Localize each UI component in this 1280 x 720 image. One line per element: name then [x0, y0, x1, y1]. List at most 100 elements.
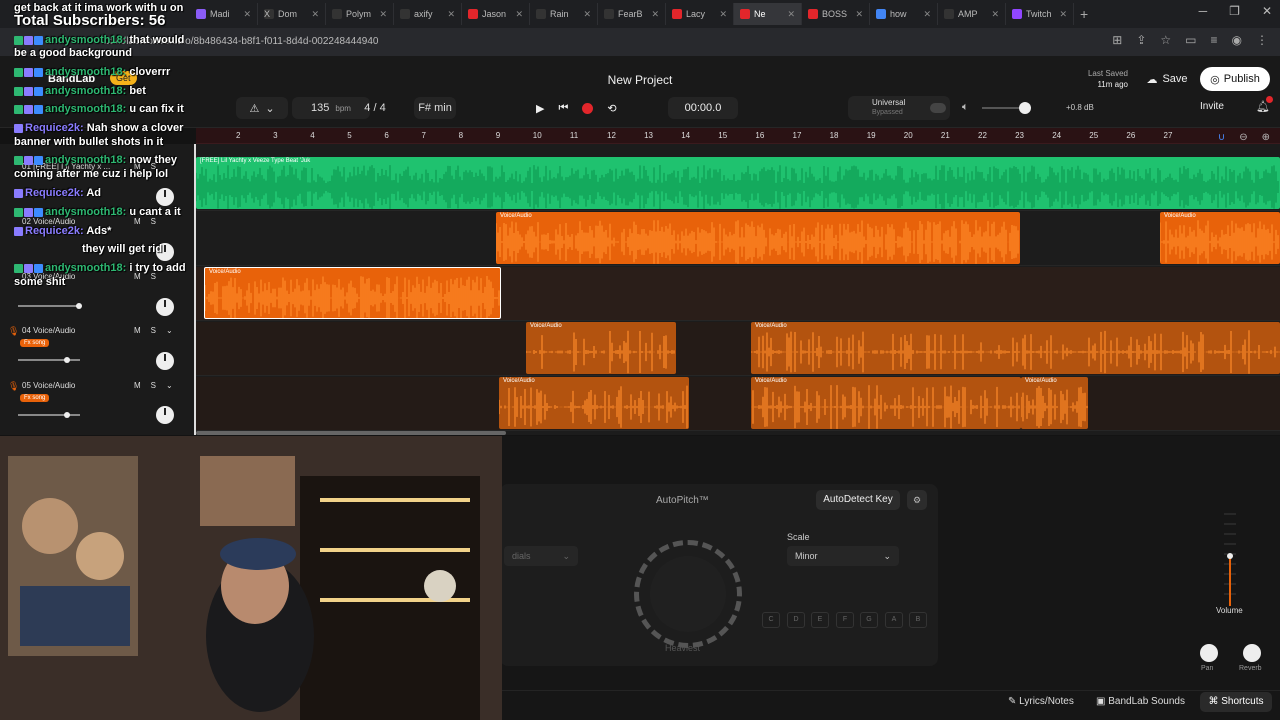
mute-button[interactable]: M: [134, 326, 141, 335]
solo-button[interactable]: S: [151, 217, 156, 226]
zoom-in-icon[interactable]: ⊕: [1262, 132, 1270, 143]
chevron-down-icon[interactable]: ⌄: [166, 326, 173, 335]
track-pan-knob[interactable]: [156, 298, 174, 316]
track-pan-knob[interactable]: [156, 188, 174, 206]
close-icon[interactable]: ✕: [855, 9, 863, 20]
maximize-icon[interactable]: ❐: [1229, 4, 1240, 18]
track-lane-selected[interactable]: Voice/Audio: [196, 267, 1280, 321]
style-select[interactable]: dials ⌄: [504, 546, 578, 566]
close-icon[interactable]: ✕: [447, 9, 455, 20]
browser-tab-active[interactable]: Ne ✕: [734, 3, 802, 25]
track-name[interactable]: 05 Voice/Audio: [22, 381, 75, 390]
audio-clip[interactable]: Voice/Audio: [751, 322, 1280, 374]
browser-tab[interactable]: Polym ✕: [326, 3, 394, 25]
autodetect-key-button[interactable]: AutoDetect Key: [816, 490, 900, 510]
pan-knob[interactable]: [1200, 644, 1218, 662]
slider-handle[interactable]: [76, 303, 82, 309]
browser-tab[interactable]: BOSS ✕: [802, 3, 870, 25]
bandlab-sounds-button[interactable]: ▣ BandLab Sounds: [1096, 696, 1185, 707]
metronome-button[interactable]: ⚠︎ ⌄: [236, 97, 288, 119]
slider-handle[interactable]: [64, 412, 70, 418]
record-icon[interactable]: [582, 102, 594, 114]
share-icon[interactable]: ⇪: [1136, 33, 1146, 47]
track-pan-knob[interactable]: [156, 406, 174, 424]
fx-badge[interactable]: Fx song: [20, 339, 50, 347]
audio-clip-selected[interactable]: Voice/Audio: [204, 267, 501, 319]
browser-tab[interactable]: axify ✕: [394, 3, 462, 25]
close-icon[interactable]: ✕: [379, 9, 387, 20]
browser-tab[interactable]: AMP ✕: [938, 3, 1006, 25]
slider-handle[interactable]: [64, 357, 70, 363]
key-pill[interactable]: A: [885, 612, 903, 628]
save-button[interactable]: ☁ Save: [1138, 68, 1196, 90]
close-window-icon[interactable]: ✕: [1262, 4, 1272, 18]
mute-button[interactable]: M: [134, 381, 141, 390]
loop-icon[interactable]: ⟲: [607, 102, 616, 115]
solo-button[interactable]: S: [151, 326, 156, 335]
scale-select[interactable]: Minor ⌄: [787, 546, 899, 566]
browser-tab[interactable]: how ✕: [870, 3, 938, 25]
audio-clip[interactable]: Voice/Audio: [526, 322, 676, 374]
play-icon[interactable]: ▶: [536, 102, 544, 115]
track-lane[interactable]: Voice/Audio Voice/Audio: [196, 322, 1280, 376]
key-pill[interactable]: B: [909, 612, 927, 628]
key-pill[interactable]: F: [836, 612, 854, 628]
fx-badge[interactable]: Fx song: [20, 394, 50, 402]
bookmark-star-icon[interactable]: ☆: [1160, 33, 1171, 47]
close-icon[interactable]: ✕: [583, 9, 591, 20]
browser-tab[interactable]: Madi ✕: [190, 3, 258, 25]
audio-clip[interactable]: Voice/Audio: [751, 377, 1021, 429]
track-volume-slider[interactable]: [18, 412, 80, 418]
browser-tab[interactable]: Twitch ✕: [1006, 3, 1074, 25]
zoom-out-icon[interactable]: ⊖: [1239, 132, 1247, 143]
key-pill[interactable]: D: [787, 612, 805, 628]
track-name[interactable]: 04 Voice/Audio: [22, 326, 75, 335]
browser-tab[interactable]: X Dom ✕: [258, 3, 326, 25]
audio-clip[interactable]: Voice/Audio: [499, 377, 689, 429]
track-lane[interactable]: [FREE] Lil Yachty x Veeze Type Beat 'Juk: [196, 157, 1280, 211]
track-volume-slider[interactable]: [18, 303, 82, 309]
time-signature[interactable]: 4 / 4: [352, 97, 398, 119]
close-icon[interactable]: ✕: [515, 9, 523, 20]
minimize-icon[interactable]: ─: [1199, 4, 1208, 18]
new-tab-icon[interactable]: +: [1080, 6, 1088, 22]
key-pill[interactable]: C: [762, 612, 780, 628]
browser-tab[interactable]: FearB ✕: [598, 3, 666, 25]
close-icon[interactable]: ✕: [991, 9, 999, 20]
track-lane[interactable]: Voice/Audio Voice/Audio Voice/Audio: [196, 377, 1280, 431]
sliders-icon[interactable]: ⚙︎: [907, 490, 927, 510]
chevron-down-icon[interactable]: ⌄: [265, 102, 274, 115]
meter-handle[interactable]: [1227, 553, 1233, 559]
track-volume-slider[interactable]: [18, 357, 80, 363]
reverb-knob[interactable]: [1243, 644, 1261, 662]
close-icon[interactable]: ✕: [243, 9, 251, 20]
install-app-icon[interactable]: ⊞: [1112, 33, 1122, 47]
solo-button[interactable]: S: [151, 381, 156, 390]
close-icon[interactable]: ✕: [787, 9, 795, 20]
lyrics-notes-button[interactable]: ✎ Lyrics/Notes: [1008, 696, 1074, 707]
volume-meter[interactable]: [1218, 510, 1242, 606]
browser-tab[interactable]: Jason ✕: [462, 3, 530, 25]
timeline-ruler[interactable]: [196, 128, 1280, 144]
close-icon[interactable]: ✕: [923, 9, 931, 20]
mute-button[interactable]: M: [134, 217, 141, 226]
mastering-toggle[interactable]: [930, 103, 946, 113]
browser-tab[interactable]: Rain ✕: [530, 3, 598, 25]
sidebar-icon[interactable]: ▭: [1185, 33, 1196, 47]
track-lane[interactable]: Voice/Audio Voice/Audio: [196, 212, 1280, 266]
speaker-icon[interactable]: 🔈︎: [962, 101, 969, 114]
track-pan-knob[interactable]: [156, 352, 174, 370]
audio-clip[interactable]: Voice/Audio: [1021, 377, 1088, 429]
horizontal-scrollbar[interactable]: [196, 431, 506, 435]
close-icon[interactable]: ✕: [1059, 9, 1067, 20]
close-icon[interactable]: ✕: [719, 9, 727, 20]
magnet-icon[interactable]: ∪: [1218, 132, 1225, 143]
close-icon[interactable]: ✕: [651, 9, 659, 20]
chevron-down-icon[interactable]: ⌄: [166, 381, 173, 390]
key-pill[interactable]: E: [811, 612, 829, 628]
audio-clip[interactable]: [FREE] Lil Yachty x Veeze Type Beat 'Juk: [196, 157, 1280, 209]
key-selector[interactable]: F# min: [414, 97, 456, 119]
reading-list-icon[interactable]: ≡: [1211, 33, 1218, 47]
master-volume-handle[interactable]: [1019, 102, 1031, 114]
audio-clip[interactable]: Voice/Audio: [1160, 212, 1280, 264]
